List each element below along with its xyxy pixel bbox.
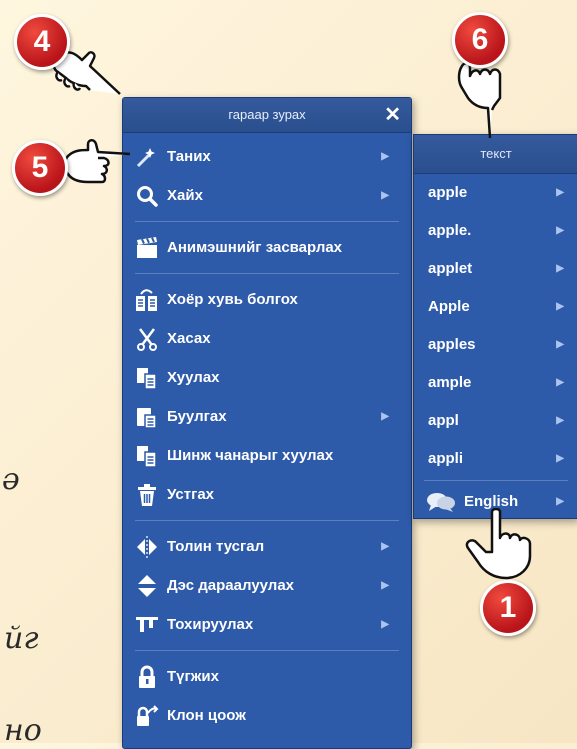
submenu-arrow-icon: ▶	[556, 453, 564, 464]
copy-properties-icon	[135, 444, 159, 468]
menu-item-clone-lock[interactable]: Клон цоож	[123, 696, 411, 735]
submenu-title: текст	[414, 135, 577, 174]
pointing-hand-icon	[465, 508, 532, 580]
menu-item-mirror[interactable]: Толин тусгал ▶	[123, 527, 411, 566]
submenu-arrow-icon: ▶	[381, 580, 389, 591]
menu-item-cut[interactable]: Хасах	[123, 319, 411, 358]
menu-item-label: Анимэшнийг засварлах	[167, 239, 343, 256]
menu-item-lock[interactable]: Түгжих	[123, 657, 411, 696]
mirror-icon	[135, 535, 159, 559]
menu-divider	[135, 221, 399, 222]
submenu-item[interactable]: ample ▶	[414, 364, 577, 402]
submenu-arrow-icon: ▶	[556, 187, 564, 198]
menu-header: гараар зурах ✕	[123, 98, 411, 133]
submenu-arrow-icon: ▶	[381, 190, 389, 201]
trash-icon	[135, 483, 159, 507]
copy-icon	[135, 366, 159, 390]
submenu-arrow-icon: ▶	[556, 339, 564, 350]
menu-item-label: Түгжих	[167, 668, 219, 685]
close-icon[interactable]: ✕	[384, 98, 401, 132]
submenu-arrow-icon: ▶	[381, 151, 389, 162]
menu-item-paste[interactable]: Буулгах ▶	[123, 397, 411, 436]
clapperboard-icon	[135, 236, 159, 260]
step-badge-5: 5	[12, 140, 68, 196]
step-badge-4: 4	[14, 14, 70, 70]
submenu-divider	[424, 480, 568, 481]
submenu-item[interactable]: appl ▶	[414, 402, 577, 440]
submenu-arrow-icon: ▶	[556, 377, 564, 388]
menu-item-label: Буулгах	[167, 408, 227, 425]
menu-item-label: Хуулах	[167, 369, 220, 386]
submenu-arrow-icon: ▶	[556, 301, 564, 312]
magic-wand-icon	[135, 145, 159, 169]
menu-item-duplicate[interactable]: Хоёр хувь болгох	[123, 280, 411, 319]
pointing-hand-icon	[63, 139, 131, 184]
submenu-arrow-icon: ▶	[556, 225, 564, 236]
background-text-fragment: ə	[2, 462, 20, 497]
duplicate-icon	[135, 288, 159, 312]
lock-icon	[135, 665, 159, 689]
submenu-arrow-icon: ▶	[556, 263, 564, 274]
clone-lock-icon	[135, 704, 159, 728]
menu-item-copy[interactable]: Хуулах	[123, 358, 411, 397]
order-icon	[135, 574, 159, 598]
submenu-arrow-icon: ▶	[381, 541, 389, 552]
menu-divider	[135, 273, 399, 274]
menu-item-label: Устгах	[167, 486, 215, 503]
menu-item-edit-animation[interactable]: Анимэшнийг засварлах	[123, 228, 411, 267]
menu-item-delete[interactable]: Устгах	[123, 475, 411, 514]
align-icon	[135, 613, 159, 637]
pointing-hand-icon	[457, 62, 502, 139]
submenu-item[interactable]: apple. ▶	[414, 212, 577, 250]
step-badge-6: 6	[452, 12, 508, 68]
menu-title: гараар зурах	[228, 107, 306, 122]
menu-item-label: Клон цоож	[167, 707, 246, 724]
menu-item-search[interactable]: Хайх ▶	[123, 176, 411, 215]
context-menu: гараар зурах ✕ Таних ▶ Хайх ▶ Анимэшнийг…	[122, 97, 412, 749]
menu-divider	[135, 650, 399, 651]
recognize-submenu: текст apple ▶ apple. ▶ applet ▶ Apple ▶ appl…	[413, 134, 577, 519]
submenu-item[interactable]: applet ▶	[414, 250, 577, 288]
menu-item-label: Шинж чанарыг хуулах	[167, 447, 334, 464]
background-text-fragment: йг	[4, 621, 39, 656]
submenu-item[interactable]: appli ▶	[414, 440, 577, 478]
menu-item-align[interactable]: Тохируулах ▶	[123, 605, 411, 644]
submenu-item[interactable]: Apple ▶	[414, 288, 577, 326]
menu-item-label: Толин тусгал	[167, 538, 265, 555]
submenu-arrow-icon: ▶	[381, 411, 389, 422]
paste-icon	[135, 405, 159, 429]
search-icon	[135, 184, 159, 208]
submenu-item[interactable]: apple ▶	[414, 174, 577, 212]
submenu-arrow-icon: ▶	[556, 415, 564, 426]
submenu-arrow-icon: ▶	[556, 496, 564, 507]
menu-item-copy-properties[interactable]: Шинж чанарыг хуулах	[123, 436, 411, 475]
menu-item-label: Хайх	[167, 187, 203, 204]
menu-item-label: Таних	[167, 148, 211, 165]
menu-item-label: Хоёр хувь болгох	[167, 291, 298, 308]
menu-item-arrange[interactable]: Дэс дараалуулах ▶	[123, 566, 411, 605]
menu-item-label: Тохируулах	[167, 616, 254, 633]
menu-item-label: Дэс дараалуулах	[167, 577, 295, 594]
menu-divider	[135, 520, 399, 521]
menu-item-label: Хасах	[167, 330, 211, 347]
step-badge-1: 1	[480, 580, 536, 636]
scissors-icon	[135, 327, 159, 351]
menu-item-recognize[interactable]: Таних ▶	[123, 137, 411, 176]
speech-bubbles-icon	[426, 491, 456, 513]
submenu-item[interactable]: apples ▶	[414, 326, 577, 364]
submenu-arrow-icon: ▶	[381, 619, 389, 630]
